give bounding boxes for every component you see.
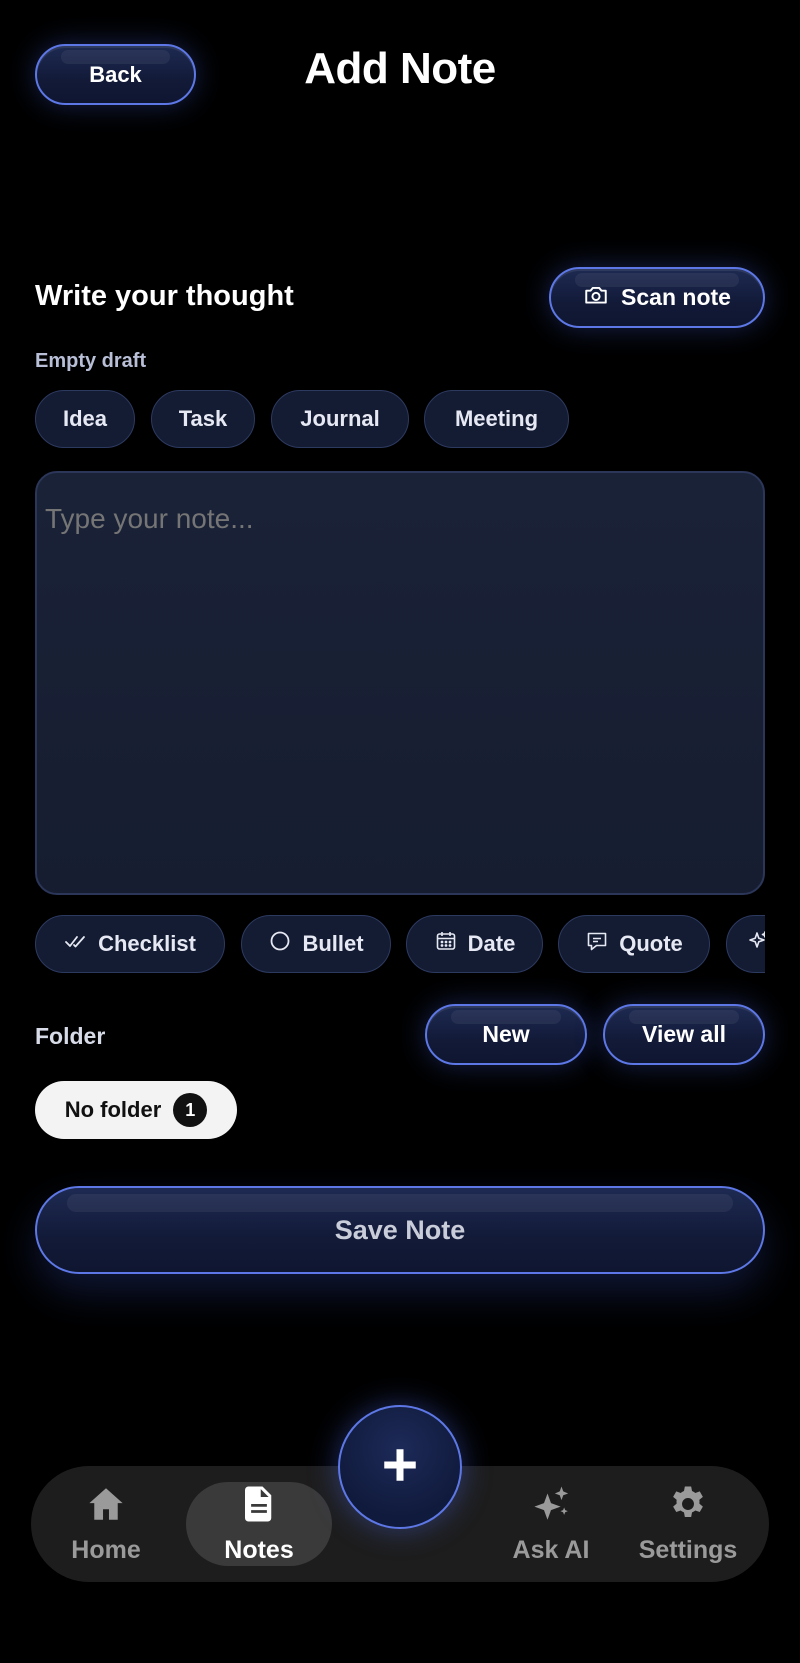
quote-tool-button[interactable]: Quote	[558, 915, 710, 973]
plus-icon	[379, 1444, 421, 1491]
folder-chip-no-folder[interactable]: No folder 1	[35, 1081, 237, 1139]
nav-item-home[interactable]: Home	[51, 1466, 161, 1582]
template-chip-meeting[interactable]: Meeting	[424, 390, 569, 448]
nav-item-settings[interactable]: Settings	[628, 1466, 748, 1582]
save-note-label: Save Note	[334, 1214, 466, 1245]
sparkles-icon	[530, 1483, 572, 1532]
template-chip-label: Task	[178, 406, 228, 431]
circle-icon	[268, 929, 292, 959]
button-shine	[67, 1194, 733, 1212]
bullet-tool-button[interactable]: Bullet	[241, 915, 391, 973]
template-chip-label: Meeting	[454, 406, 539, 431]
new-folder-label: New	[482, 1021, 530, 1047]
tool-label: Checklist	[98, 931, 196, 956]
checklist-tool-button[interactable]: Checklist	[35, 915, 225, 973]
template-chip-label: Journal	[300, 406, 380, 431]
view-all-label: View all	[642, 1021, 726, 1047]
nav-label: Settings	[638, 1536, 738, 1564]
view-all-folders-button[interactable]: View all	[603, 1004, 765, 1065]
button-shine	[629, 1010, 739, 1024]
add-note-fab[interactable]	[338, 1405, 462, 1529]
nav-item-notes[interactable]: Notes	[186, 1482, 332, 1566]
home-icon	[85, 1483, 127, 1532]
calendar-icon	[434, 929, 458, 959]
folder-label: Folder	[35, 1023, 106, 1049]
page-title: Add Note	[304, 44, 496, 93]
gear-icon	[667, 1483, 709, 1532]
nav-label: Notes	[224, 1536, 294, 1564]
tool-label: Bullet	[302, 931, 364, 956]
new-folder-button[interactable]: New	[425, 1004, 587, 1065]
speech-bubble-icon	[585, 929, 609, 959]
template-chip-journal[interactable]: Journal	[271, 390, 409, 448]
scan-note-label: Scan note	[621, 284, 731, 310]
draft-status: Empty draft	[35, 350, 147, 372]
note-input[interactable]	[35, 471, 765, 895]
document-icon	[238, 1483, 280, 1532]
folder-count-badge: 1	[173, 1093, 208, 1127]
section-title: Write your thought	[35, 280, 294, 312]
scan-note-button[interactable]: Scan note	[549, 267, 765, 328]
nav-label: Ask AI	[512, 1536, 590, 1564]
formatting-toolbar: Checklist Bullet Date Quote	[35, 915, 765, 975]
ai-assist-tool-button[interactable]	[726, 915, 765, 973]
checklist-icon	[64, 929, 88, 959]
sparkle-icon	[747, 929, 765, 959]
button-shine	[575, 273, 739, 287]
save-note-button[interactable]: Save Note	[35, 1186, 765, 1274]
template-chip-task[interactable]: Task	[151, 390, 255, 448]
nav-label: Home	[71, 1536, 141, 1564]
nav-item-ask-ai[interactable]: Ask AI	[491, 1466, 611, 1582]
tool-label: Quote	[619, 931, 683, 956]
date-tool-button[interactable]: Date	[406, 915, 543, 973]
template-chip-label: Idea	[62, 406, 108, 431]
tool-label: Date	[467, 931, 516, 956]
template-chip-idea[interactable]: Idea	[35, 390, 135, 448]
button-shine	[451, 1010, 561, 1024]
folder-chip-label: No folder	[64, 1097, 162, 1122]
